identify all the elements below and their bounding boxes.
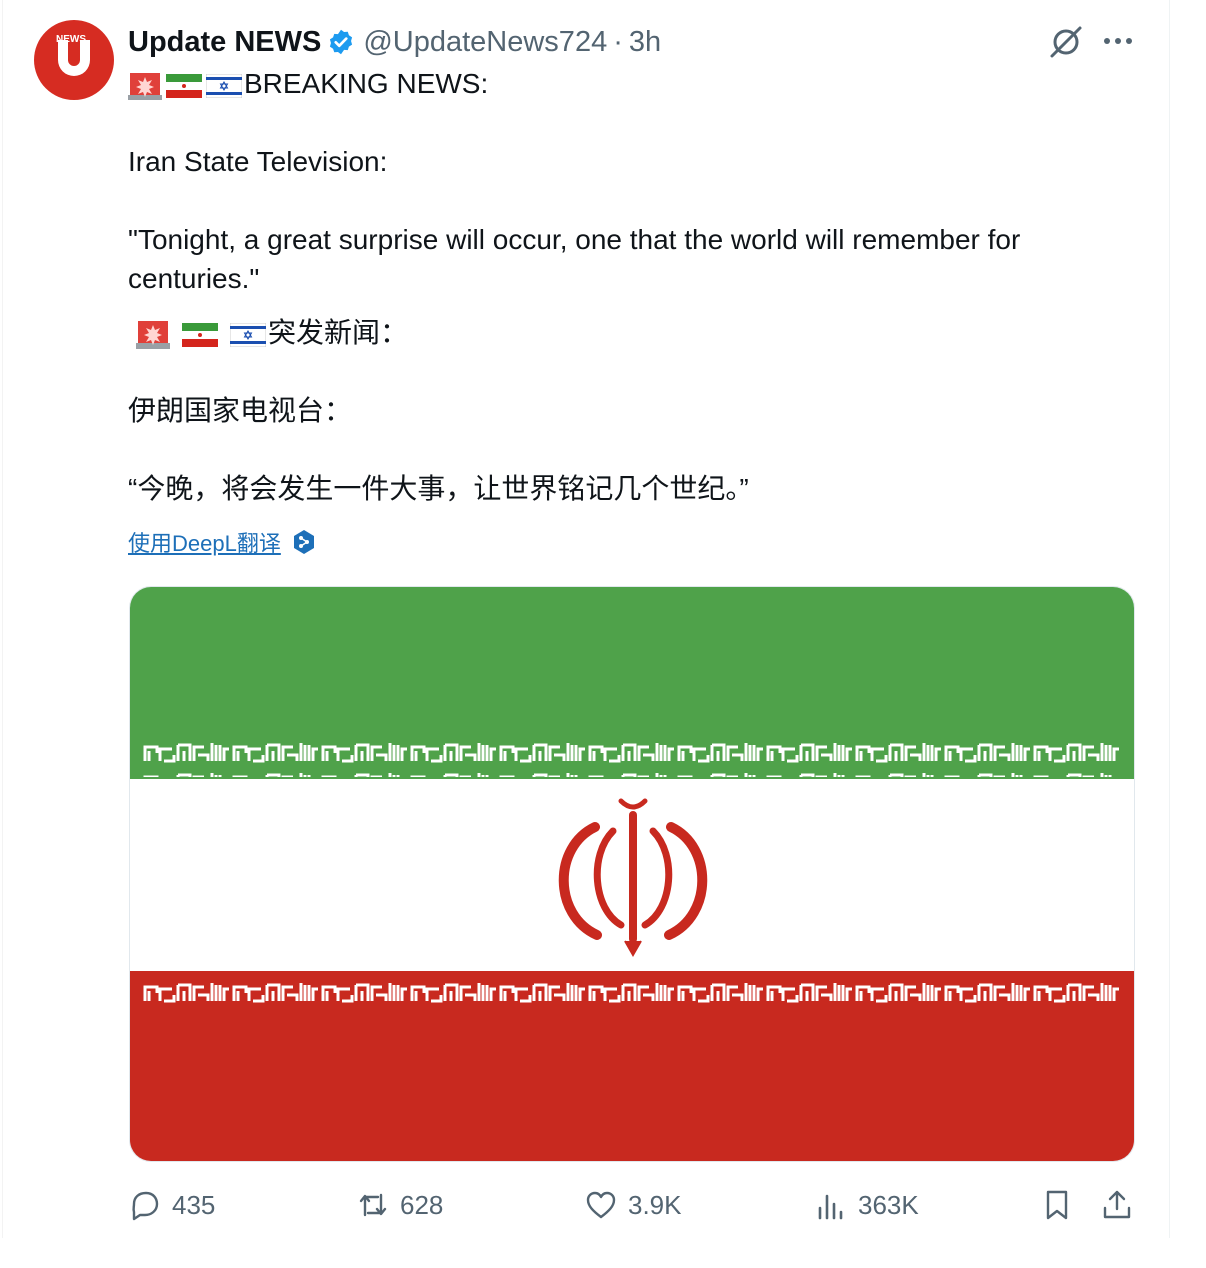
siren-emoji-icon	[128, 72, 162, 100]
flag-emojis	[128, 71, 242, 101]
translate-label[interactable]: 使用DeepL翻译	[128, 526, 281, 558]
views-count: 363K	[858, 1189, 919, 1220]
avatar-label: NEWS	[56, 34, 86, 45]
reply-count: 435	[172, 1189, 216, 1220]
verified-badge-icon	[330, 29, 353, 55]
avatar[interactable]: NEWS	[34, 20, 114, 100]
iran-flag-emoji-icon	[182, 322, 218, 347]
translate-link[interactable]: 使用DeepL翻译	[128, 526, 317, 558]
tweet-line-breaking-zh: 突发新闻：	[128, 313, 408, 352]
breaking-news-label-zh: 突发新闻：	[268, 317, 409, 348]
repost-count: 628	[400, 1189, 444, 1220]
iran-flag-image	[130, 587, 1134, 1161]
heart-icon	[586, 1191, 616, 1219]
reply-icon	[132, 1191, 159, 1221]
siren-emoji-icon	[136, 320, 170, 349]
source-en: Iran State Television:	[128, 146, 388, 177]
views-button[interactable]: 363K	[814, 1188, 919, 1222]
tweet-actions: 435 628 3.9K 363K	[128, 1188, 1140, 1228]
more-options-icon[interactable]	[1100, 26, 1136, 56]
grok-icon[interactable]	[1046, 22, 1086, 62]
breaking-news-label: BREAKING NEWS:	[244, 68, 489, 99]
like-button[interactable]: 3.9K	[584, 1188, 682, 1222]
tweet-header: Update NEWS @UpdateNews724 · 3h	[128, 22, 661, 62]
like-count: 3.9K	[628, 1189, 682, 1220]
quote-en-line1: "Tonight, a great surprise will occur, o…	[128, 224, 1021, 255]
iran-flag-emoji-icon	[166, 73, 202, 98]
repost-button[interactable]: 628	[356, 1188, 443, 1222]
account-handle[interactable]: @UpdateNews724	[363, 26, 607, 59]
bookmark-button[interactable]	[1040, 1188, 1074, 1222]
flag-emojis-zh	[136, 319, 266, 351]
timestamp[interactable]: 3h	[629, 26, 661, 59]
account-name[interactable]: Update NEWS	[128, 26, 321, 59]
tweet-line-breaking-en: BREAKING NEWS:	[128, 64, 488, 103]
share-button[interactable]	[1100, 1188, 1134, 1222]
share-icon	[1103, 1190, 1131, 1219]
deepl-icon	[293, 530, 314, 554]
repost-icon	[359, 1193, 387, 1217]
tweet-media-image[interactable]	[129, 586, 1135, 1162]
reply-button[interactable]: 435	[128, 1188, 215, 1222]
israel-flag-emoji-icon	[206, 73, 242, 98]
analytics-icon	[818, 1194, 843, 1220]
separator-dot: ·	[613, 25, 623, 58]
quote-zh: “今晚，将会发生一件大事，让世界铭记几个世纪。”	[128, 473, 749, 504]
quote-en-line2: centuries."	[128, 263, 260, 294]
source-zh: 伊朗国家电视台：	[128, 395, 353, 426]
bookmark-icon	[1046, 1190, 1068, 1220]
israel-flag-emoji-icon	[230, 322, 266, 347]
